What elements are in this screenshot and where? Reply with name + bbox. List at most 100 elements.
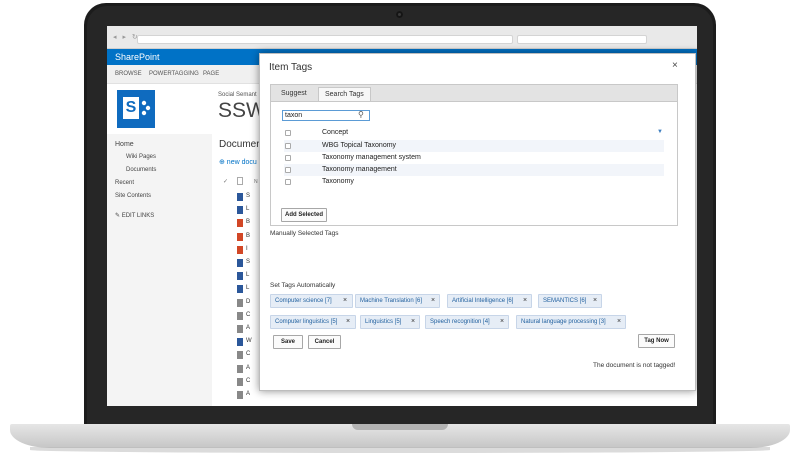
document-row[interactable]: C bbox=[223, 311, 253, 322]
document-row[interactable]: I bbox=[223, 245, 253, 256]
left-nav-site-contents[interactable]: Site Contents bbox=[115, 193, 151, 199]
magnifier-icon[interactable]: ⚲ bbox=[358, 110, 364, 119]
left-nav-wiki-pages[interactable]: Wiki Pages bbox=[126, 154, 156, 160]
left-nav-documents[interactable]: Documents bbox=[126, 167, 156, 173]
auto-tag[interactable]: Speech recognition [4] × bbox=[425, 315, 509, 329]
document-row[interactable]: W bbox=[223, 337, 253, 348]
document-row[interactable]: L bbox=[223, 271, 253, 282]
result-checkbox[interactable] bbox=[285, 155, 291, 161]
document-row[interactable]: A bbox=[223, 324, 253, 335]
left-nav-edit-links[interactable]: ✎ EDIT LINKS bbox=[115, 212, 154, 219]
sharepoint-brand[interactable]: SharePoint bbox=[115, 52, 160, 62]
left-nav-recent[interactable]: Recent bbox=[115, 180, 134, 186]
new-document-link[interactable]: ⊕ new docu bbox=[219, 158, 257, 166]
ribbon-tab-powertagging[interactable]: POWERTAGGING bbox=[149, 71, 199, 77]
auto-tag[interactable]: SEMANTICS [6] × bbox=[538, 294, 602, 308]
search-result-item[interactable]: Taxonomy management system bbox=[284, 152, 664, 164]
document-name[interactable]: C bbox=[246, 378, 250, 384]
name-column-header[interactable]: N bbox=[254, 179, 258, 185]
document-name[interactable]: L bbox=[246, 285, 249, 291]
cancel-button[interactable]: Cancel bbox=[308, 335, 341, 349]
address-bar[interactable] bbox=[137, 35, 513, 44]
result-label: Taxonomy bbox=[322, 178, 354, 185]
document-type-icon bbox=[237, 298, 243, 307]
document-name[interactable]: D bbox=[246, 299, 250, 305]
auto-tag[interactable]: Machine Translation [6] × bbox=[355, 294, 440, 308]
set-tags-automatically-label: Set Tags Automatically bbox=[270, 282, 336, 289]
document-row[interactable]: L bbox=[223, 284, 253, 295]
result-label: Taxonomy management bbox=[322, 166, 397, 173]
document-name[interactable]: A bbox=[246, 391, 250, 397]
document-type-icon bbox=[237, 245, 243, 254]
result-checkbox[interactable] bbox=[285, 179, 291, 185]
remove-tag-icon[interactable]: × bbox=[431, 297, 435, 304]
document-name[interactable]: L bbox=[246, 206, 249, 212]
ribbon-tab-browse[interactable]: BROWSE bbox=[115, 71, 142, 77]
document-row[interactable]: S bbox=[223, 258, 253, 269]
document-name[interactable]: A bbox=[246, 325, 250, 331]
manually-selected-label: Manually Selected Tags bbox=[270, 230, 339, 237]
document-type-icon bbox=[237, 311, 243, 320]
document-name[interactable]: I bbox=[246, 246, 248, 252]
browser-nav-icons[interactable]: ◂ ▸ ↻ bbox=[113, 33, 140, 41]
tag-search-input[interactable] bbox=[282, 110, 370, 121]
remove-tag-icon[interactable]: × bbox=[500, 318, 504, 325]
document-name[interactable]: L bbox=[246, 272, 249, 278]
document-name[interactable]: S bbox=[246, 259, 250, 265]
search-result-item[interactable]: Concept bbox=[284, 127, 664, 139]
auto-tag[interactable]: Linguistics [5] × bbox=[360, 315, 420, 329]
select-all-check-icon[interactable]: ✓ bbox=[223, 178, 228, 185]
document-name[interactable]: W bbox=[246, 338, 252, 344]
auto-tag[interactable]: Artificial Intelligence [6] × bbox=[447, 294, 532, 308]
document-name[interactable]: C bbox=[246, 351, 250, 357]
document-type-icon bbox=[237, 338, 243, 347]
remove-tag-icon[interactable]: × bbox=[523, 297, 527, 304]
document-type-icon bbox=[237, 285, 243, 294]
remove-tag-icon[interactable]: × bbox=[346, 318, 350, 325]
remove-tag-icon[interactable]: × bbox=[411, 318, 415, 325]
document-type-icon bbox=[237, 206, 243, 215]
document-name[interactable]: A bbox=[246, 365, 250, 371]
result-checkbox[interactable] bbox=[285, 167, 291, 173]
remove-tag-icon[interactable]: × bbox=[343, 297, 347, 304]
document-type-icon bbox=[237, 232, 243, 241]
result-checkbox[interactable] bbox=[285, 130, 291, 136]
auto-tag[interactable]: Natural language processing [3] × bbox=[516, 315, 626, 329]
result-checkbox[interactable] bbox=[285, 143, 291, 149]
document-row[interactable]: L bbox=[223, 205, 253, 216]
add-selected-button[interactable]: Add Selected bbox=[281, 208, 327, 222]
save-button[interactable]: Save bbox=[273, 335, 303, 349]
document-row[interactable]: B bbox=[223, 232, 253, 243]
document-row[interactable]: B bbox=[223, 218, 253, 229]
site-subtitle: Social Semant bbox=[218, 92, 257, 98]
auto-tag-label: SEMANTICS [6] bbox=[543, 298, 587, 304]
tab-suggest[interactable]: Suggest bbox=[275, 87, 313, 102]
auto-tag-label: Natural language processing [3] bbox=[521, 319, 606, 325]
search-result-item[interactable]: Taxonomy management bbox=[284, 164, 664, 176]
document-name[interactable]: B bbox=[246, 219, 250, 225]
document-row[interactable]: A bbox=[223, 364, 253, 375]
auto-tag-label: Artificial Intelligence [6] bbox=[452, 298, 514, 304]
document-row[interactable]: S bbox=[223, 192, 253, 203]
auto-tag[interactable]: Computer science [7] × bbox=[270, 294, 353, 308]
browser-search-bar[interactable] bbox=[517, 35, 647, 44]
tab-search-tags[interactable]: Search Tags bbox=[318, 87, 371, 102]
ribbon-tab-page[interactable]: PAGE bbox=[203, 71, 219, 77]
document-row[interactable]: D bbox=[223, 298, 253, 309]
document-name[interactable]: C bbox=[246, 312, 250, 318]
auto-tag[interactable]: Computer linguistics [5] × bbox=[270, 315, 356, 329]
document-row[interactable]: C bbox=[223, 377, 253, 388]
document-row[interactable]: A bbox=[223, 390, 253, 401]
search-result-item[interactable]: WBG Topical Taxonomy bbox=[284, 140, 664, 152]
left-nav-home[interactable]: Home bbox=[115, 141, 134, 148]
document-row[interactable]: C bbox=[223, 350, 253, 361]
tag-now-button[interactable]: Tag Now bbox=[638, 334, 675, 348]
document-type-icon bbox=[237, 259, 243, 267]
close-icon[interactable]: × bbox=[672, 60, 678, 71]
document-name[interactable]: S bbox=[246, 193, 250, 199]
remove-tag-icon[interactable]: × bbox=[617, 318, 621, 325]
laptop-frame: ◂ ▸ ↻ SharePoint BROWSE POWERTAGGING PAG… bbox=[0, 0, 800, 467]
remove-tag-icon[interactable]: × bbox=[593, 297, 597, 304]
document-name[interactable]: B bbox=[246, 233, 250, 239]
search-result-item[interactable]: Taxonomy bbox=[284, 176, 664, 188]
